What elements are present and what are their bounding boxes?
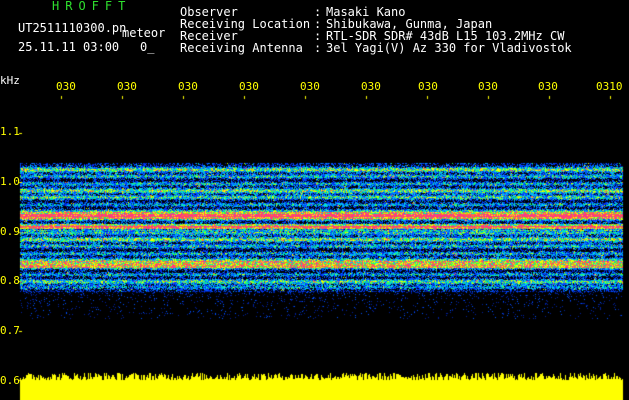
file-name: UT2511110300.pn [18, 21, 127, 35]
time-tick-label: 030 [478, 80, 498, 93]
y-tick-label: 0.9 [0, 225, 20, 238]
time-tick-label: 030 [56, 80, 76, 93]
datetime-label: 25.11.11 03:00 [18, 40, 120, 54]
time-tick-label: 030 [418, 80, 438, 93]
time-tick-label: 030 [538, 80, 558, 93]
y-tick-label: 0.6 [0, 374, 20, 387]
time-tick-label: 030 [361, 80, 381, 93]
app-title: HROFFT [52, 0, 132, 13]
mode-label: meteor [122, 26, 166, 40]
info-sep-antenna: : [314, 41, 322, 55]
y-tick-label: 0.7 [0, 324, 20, 337]
time-tick-label: 0310 [596, 80, 623, 93]
spectrogram [0, 0, 629, 400]
y-unit-label: kHz [0, 74, 20, 87]
y-tick-label: 1.0 [0, 175, 20, 188]
y-tick-label: 1.1 [0, 125, 20, 138]
counter-label: 0_ [140, 40, 155, 54]
y-tick-label: 0.8 [0, 274, 20, 287]
time-tick-label: 030 [300, 80, 320, 93]
time-tick-label: 030 [117, 80, 137, 93]
time-tick-label: 030 [178, 80, 198, 93]
info-label-antenna: Receiving Antenna [180, 41, 303, 55]
info-value-antenna: 3el Yagi(V) Az 330 for Vladivostok [326, 41, 572, 55]
time-tick-label: 030 [239, 80, 259, 93]
